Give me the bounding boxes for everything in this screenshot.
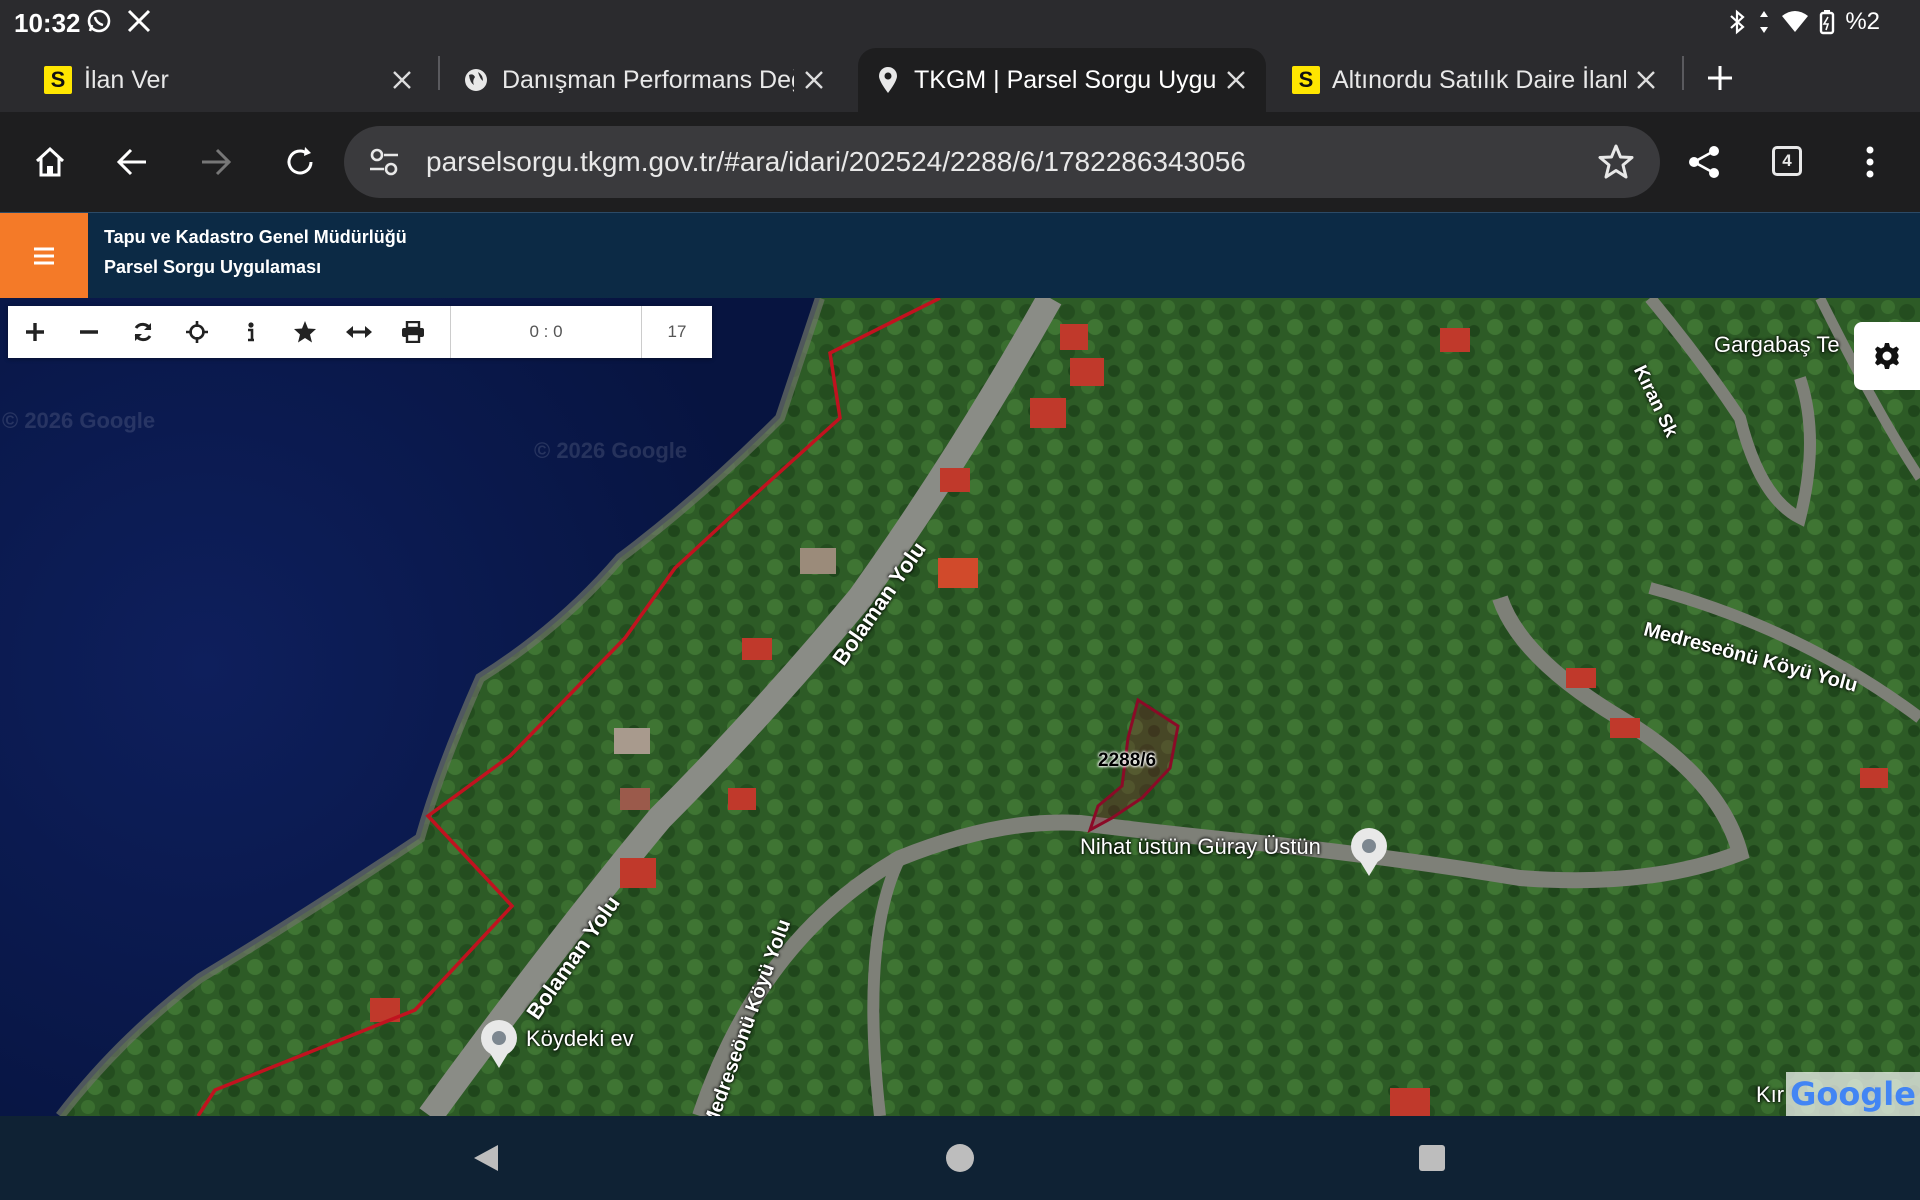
browser-toolbar: parselsorgu.tkgm.gov.tr/#ara/idari/20252… [0,112,1920,212]
data-arrows-icon [1760,11,1769,33]
x-icon [127,9,151,33]
site-title: Tapu ve Kadastro Genel Müdürlüğü [104,227,407,247]
satellite-imagery [0,298,1920,1116]
area-label-gargabas: Gargabaş Te [1714,332,1840,357]
map-watermark: © 2026 Google [2,408,156,433]
square-recents-icon [1419,1145,1445,1171]
back-arrow-icon [116,148,146,176]
status-icons-right: %2 [1727,8,1880,36]
back-button[interactable] [110,140,154,184]
globe-icon [462,66,490,94]
tab-title: İlan Ver [84,65,169,94]
site-subtitle: Parsel Sorgu Uygulaması [104,257,322,277]
tab-close-icon[interactable] [794,60,834,100]
bluetooth-icon [1730,9,1745,35]
gear-icon [1875,343,1899,369]
status-time: 10:32 [14,8,81,38]
map-tools-bar: 0 : 0 17 [8,306,712,358]
more-vertical-icon [1866,146,1874,178]
system-recents-button[interactable] [1412,1138,1452,1178]
google-logo: Google [1786,1072,1920,1116]
refresh-icon [134,322,152,342]
zoom-out-button[interactable] [62,306,116,358]
reload-button[interactable] [278,140,322,184]
status-icons-left [86,8,152,34]
info-button[interactable] [224,306,278,358]
battery-icon [1820,10,1835,35]
url-text[interactable]: parselsorgu.tkgm.gov.tr/#ara/idari/20252… [426,146,1246,178]
measure-button[interactable] [332,306,386,358]
print-icon [402,321,424,343]
tab-close-icon[interactable] [1216,60,1256,100]
system-navigation-bar [0,1116,1920,1200]
whatsapp-icon [87,9,111,33]
forward-button[interactable] [194,140,238,184]
tab-switcher-button[interactable]: 4 [1772,146,1802,176]
satellite-map[interactable]: © 2026 Google © 2026 Google 0 : 0 17 228… [0,298,1920,1116]
print-button[interactable] [386,306,440,358]
zoom-level: 17 [667,322,687,341]
map-settings-button[interactable] [1854,322,1920,390]
pin-icon [874,66,902,94]
sahibinden-favicon-icon: S [1292,66,1320,94]
zoom-in-button[interactable] [8,306,62,358]
new-tab-button[interactable] [1700,58,1740,98]
favorites-button[interactable] [278,306,332,358]
circle-home-icon [946,1144,974,1172]
tab-danisman-performans[interactable]: Danışman Performans Değerlendirme [446,48,844,112]
share-icon [1689,146,1719,178]
coordinate-readout: 0 : 0 [450,306,642,358]
site-settings-icon[interactable] [366,144,402,180]
reload-icon [287,147,313,175]
triangle-back-icon [474,1145,498,1171]
crosshair-icon [186,321,208,343]
system-back-button[interactable] [466,1138,506,1178]
hamburger-menu-button[interactable] [0,213,88,299]
sahibinden-favicon-icon: S [44,66,72,94]
map-watermark: © 2026 Google [534,438,688,463]
system-home-button[interactable] [940,1138,980,1178]
tab-separator [438,56,440,90]
home-icon [35,146,65,177]
status-bar: 10:32 %2 [0,0,1920,42]
tab-separator [1682,56,1684,90]
star-icon [294,321,316,343]
tab-tkgm-parsel-sorgu[interactable]: TKGM | Parsel Sorgu Uygulaması [858,48,1266,112]
info-icon [248,322,254,342]
horizontal-arrows-icon [346,326,372,338]
wifi-icon [1782,11,1809,32]
tab-title: Danışman Performans Değerlendirme [502,65,794,94]
tab-title: TKGM | Parsel Sorgu Uygulaması [914,65,1216,94]
home-button[interactable] [28,140,72,184]
plus-icon [26,323,44,341]
bookmark-star-icon[interactable] [1596,142,1636,182]
tab-close-icon[interactable] [382,60,422,100]
site-header: Tapu ve Kadastro Genel Müdürlüğü Parsel … [0,212,1920,299]
place-label-nihat[interactable]: Nihat üstün Güray Üstün [1080,834,1321,860]
hamburger-icon [34,247,54,265]
tab-strip: S İlan Ver Danışman Performans Değerlend… [0,42,1920,112]
battery-percent: %2 [1845,8,1880,35]
forward-arrow-icon [202,148,232,176]
minus-icon [80,330,98,334]
menu-button[interactable] [1848,140,1892,184]
partial-place-label: Kır [1756,1082,1785,1107]
address-bar[interactable]: parselsorgu.tkgm.gov.tr/#ara/idari/20252… [344,126,1660,198]
refresh-map-button[interactable] [116,306,170,358]
share-button[interactable] [1682,140,1726,184]
tab-close-icon[interactable] [1626,60,1666,100]
tab-title: Altınordu Satılık Daire İlanları [1332,65,1626,94]
place-label-koydeki-ev[interactable]: Köydeki ev [526,1026,634,1052]
tab-altinordu-satilik[interactable]: S Altınordu Satılık Daire İlanları [1276,48,1676,112]
tab-ilan-ver[interactable]: S İlan Ver [28,48,432,112]
parcel-number-label: 2288/6 [1098,750,1157,771]
locate-button[interactable] [170,306,224,358]
